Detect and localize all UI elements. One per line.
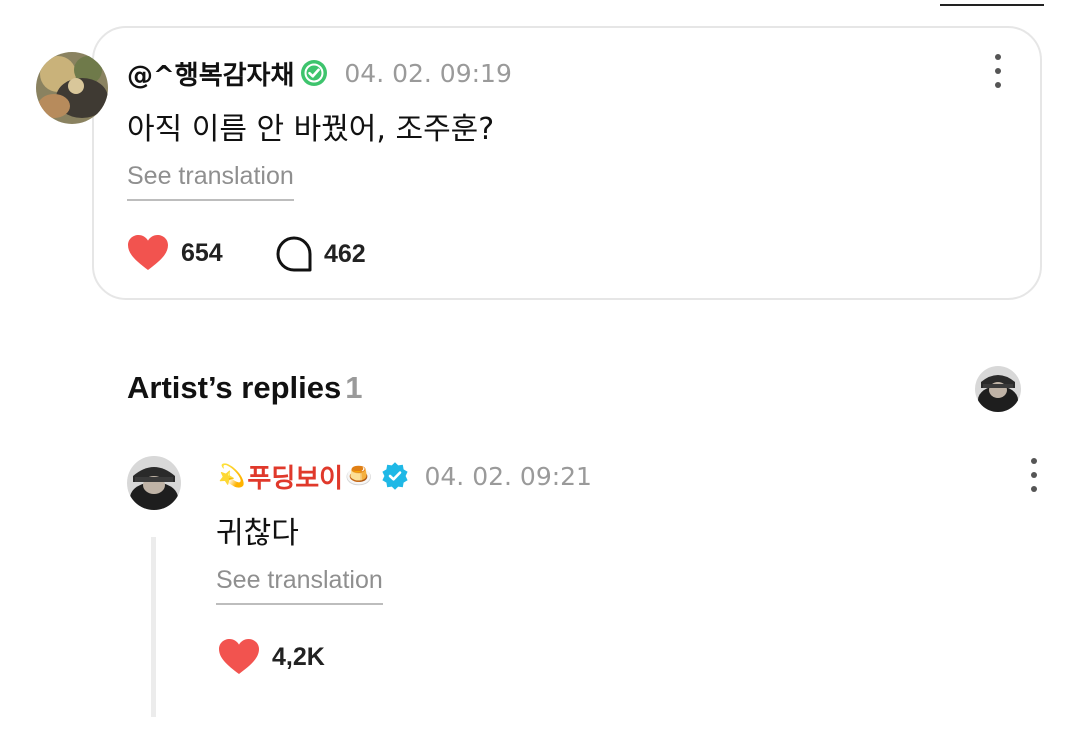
comment-bubble-icon bbox=[276, 236, 312, 272]
artist-replies-title: Artist’s replies 1 bbox=[127, 370, 362, 406]
see-translation-link[interactable]: See translation bbox=[216, 566, 383, 605]
artist-username[interactable]: 푸딩보이 bbox=[247, 458, 343, 495]
artist-replies-label: Artist’s replies bbox=[127, 370, 342, 405]
more-vertical-icon[interactable] bbox=[993, 54, 1003, 88]
artist-reply-message: 귀찮다 bbox=[216, 516, 299, 551]
fan-avatar[interactable] bbox=[36, 52, 108, 124]
reply-thread-screen: @^행복감자채 04. 02. 09:19 아직 이름 안 바꿨어, 조주훈? … bbox=[0, 0, 1080, 739]
like-count: 654 bbox=[181, 238, 223, 267]
artist-verified-badge-icon bbox=[381, 462, 408, 490]
artist-header-avatar[interactable] bbox=[975, 366, 1021, 412]
heart-icon bbox=[128, 235, 168, 270]
fan-post-message: 아직 이름 안 바꿨어, 조주훈? bbox=[127, 112, 495, 147]
comment-button[interactable]: 462 bbox=[276, 236, 366, 272]
pudding-emoji: 🍮 bbox=[345, 463, 373, 488]
like-count: 4,2K bbox=[272, 642, 325, 671]
like-button[interactable]: 4,2K bbox=[218, 638, 325, 676]
more-vertical-icon[interactable] bbox=[1029, 458, 1039, 492]
fan-username[interactable]: @^행복감자채 bbox=[127, 55, 294, 92]
fan-post-header: @^행복감자채 04. 02. 09:19 bbox=[127, 55, 512, 91]
artist-reply-timestamp: 04. 02. 09:21 bbox=[424, 461, 592, 491]
fan-post-timestamp: 04. 02. 09:19 bbox=[344, 58, 512, 88]
artist-reply-header: 💫 푸딩보이 🍮 04. 02. 09:21 bbox=[216, 458, 592, 494]
top-divider bbox=[940, 4, 1044, 6]
dizzy-emoji: 💫 bbox=[218, 463, 246, 488]
artist-avatar[interactable] bbox=[127, 456, 181, 510]
artist-replies-count: 1 bbox=[345, 370, 363, 405]
thread-line bbox=[151, 537, 156, 717]
like-button[interactable]: 654 bbox=[127, 234, 223, 272]
heart-icon bbox=[219, 639, 259, 674]
see-translation-link[interactable]: See translation bbox=[127, 162, 294, 201]
comment-count: 462 bbox=[324, 239, 366, 268]
fan-verified-badge-icon bbox=[301, 60, 328, 86]
